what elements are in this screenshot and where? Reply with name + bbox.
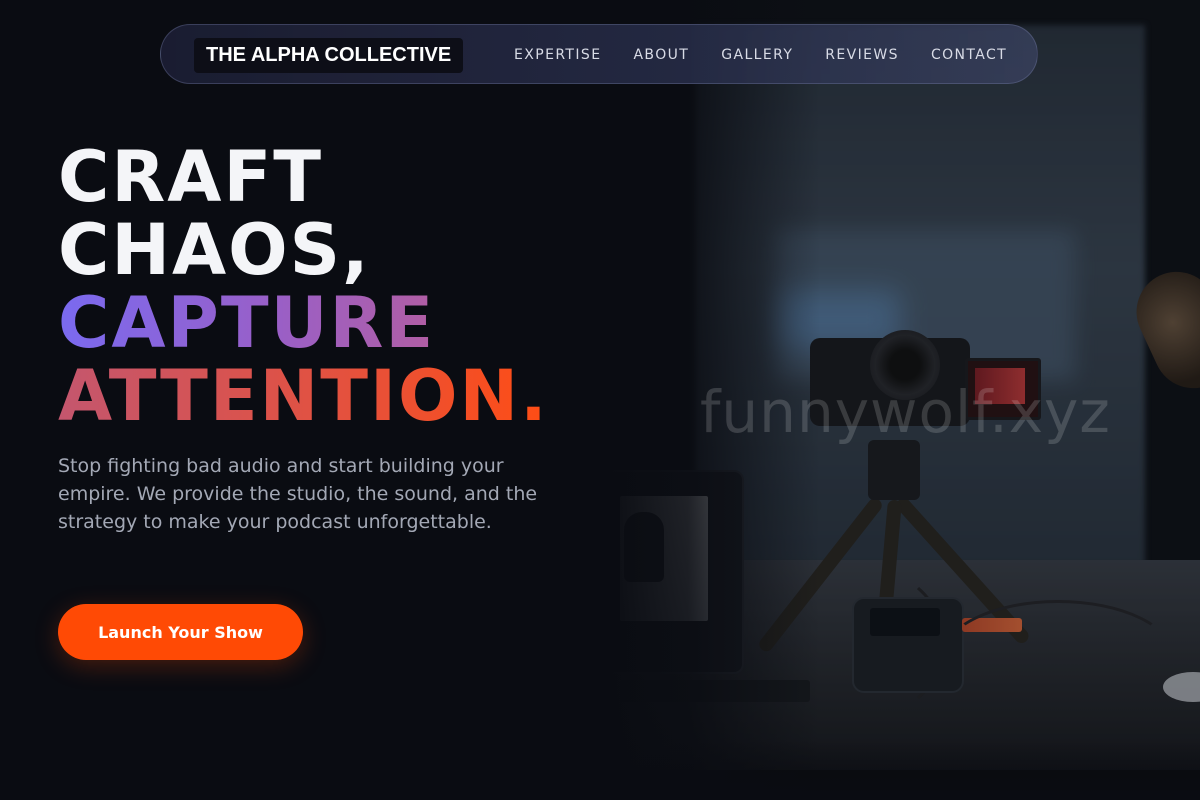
landing-page: funnywolf.xyz THE ALPHA COLLECTIVE EXPER… — [0, 0, 1200, 800]
hero-title-line-1: CRAFT — [58, 136, 324, 218]
nav-link-contact[interactable]: CONTACT — [931, 47, 1007, 63]
hero-title-line-3: CAPTURE — [58, 287, 549, 360]
image-fade-bottom — [600, 740, 1200, 800]
nav-links: EXPERTISE ABOUT GALLERY REVIEWS CONTACT — [514, 25, 1007, 85]
launch-show-button[interactable]: Launch Your Show — [58, 604, 303, 660]
hero-title-line-4: ATTENTION. — [58, 355, 549, 437]
nav-link-gallery[interactable]: GALLERY — [721, 47, 793, 63]
nav-link-expertise[interactable]: EXPERTISE — [514, 47, 601, 63]
nav-link-about[interactable]: ABOUT — [633, 47, 689, 63]
hero-description: Stop fighting bad audio and start buildi… — [58, 455, 538, 533]
top-navigation: THE ALPHA COLLECTIVE EXPERTISE ABOUT GAL… — [160, 24, 1038, 84]
watermark-text: funnywolf.xyz — [700, 378, 1111, 446]
hero-title-line-2: CHAOS, — [58, 209, 371, 291]
hero-title: CRAFT CHAOS, CAPTURE ATTENTION. — [58, 141, 549, 433]
brand-logo[interactable]: THE ALPHA COLLECTIVE — [194, 38, 464, 73]
nav-link-reviews[interactable]: REVIEWS — [825, 47, 899, 63]
